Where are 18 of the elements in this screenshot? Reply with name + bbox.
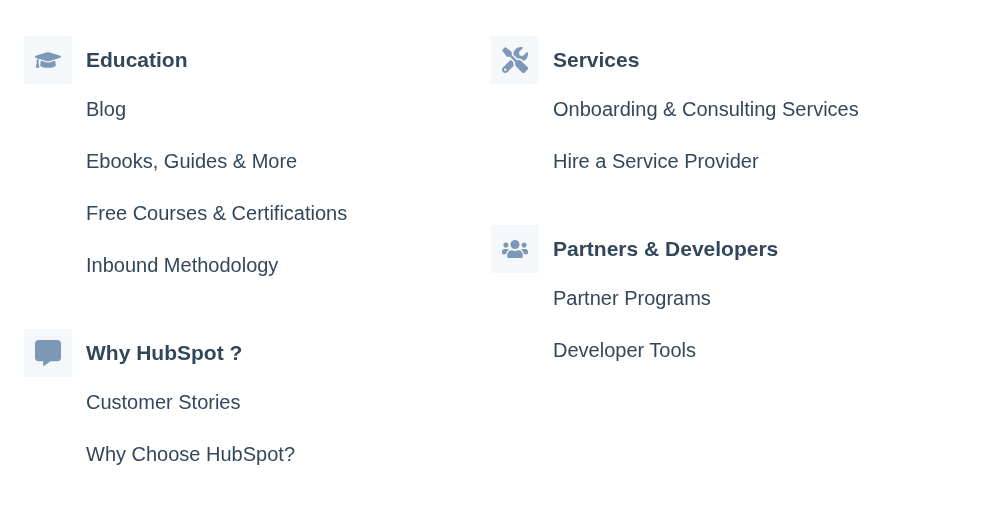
tools-icon bbox=[491, 36, 539, 84]
menu-link[interactable]: Blog bbox=[86, 83, 127, 136]
menu-link[interactable]: Free Courses & Certifications bbox=[86, 187, 348, 240]
speech-bubble-icon bbox=[24, 329, 72, 377]
graduation-cap-icon bbox=[24, 36, 72, 84]
menu-link[interactable]: Ebooks, Guides & More bbox=[86, 135, 298, 188]
menu-link[interactable]: Why Choose HubSpot? bbox=[86, 428, 295, 481]
section-heading: Why HubSpot ? bbox=[86, 340, 243, 367]
menu-link[interactable]: Onboarding & Consulting Services bbox=[553, 83, 859, 136]
menu-link[interactable]: Inbound Methodology bbox=[86, 239, 279, 292]
menu-link[interactable]: Partner Programs bbox=[553, 272, 711, 325]
section-heading: Partners & Developers bbox=[553, 236, 779, 263]
menu-link[interactable]: Hire a Service Provider bbox=[553, 135, 759, 188]
section-heading: Education bbox=[86, 47, 188, 74]
menu-link[interactable]: Developer Tools bbox=[553, 324, 697, 377]
people-icon bbox=[491, 225, 539, 273]
section-heading: Services bbox=[553, 47, 640, 74]
menu-link[interactable]: Customer Stories bbox=[86, 376, 241, 429]
